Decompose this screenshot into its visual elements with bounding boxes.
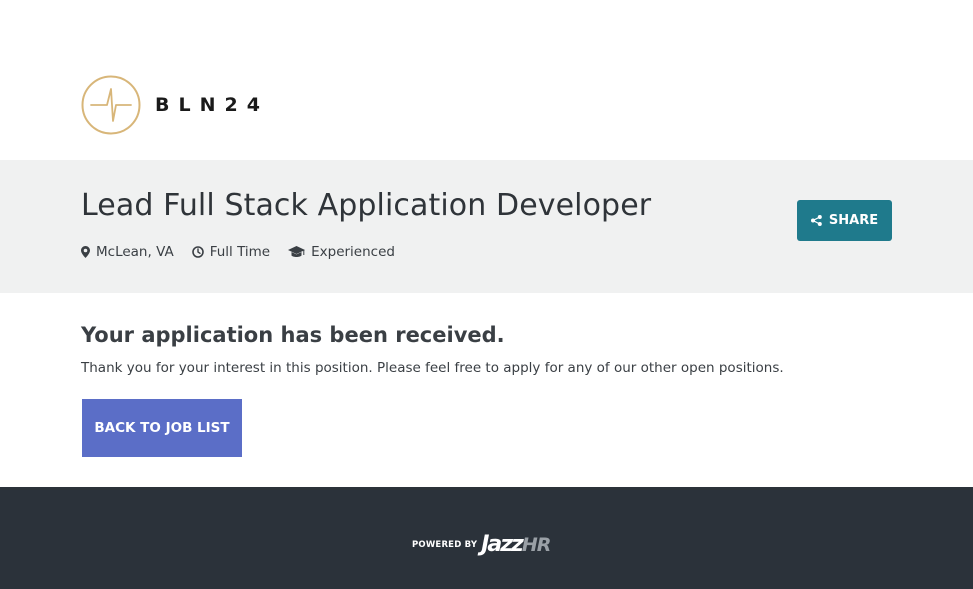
job-experience-text: Experienced [311, 244, 395, 260]
graduation-cap-icon [288, 246, 306, 257]
company-logo[interactable]: BLN24 [81, 75, 269, 135]
share-label: SHARE [828, 213, 879, 228]
job-type-text: Full Time [209, 244, 271, 260]
footer: POWERED BY Jazz HR [0, 487, 973, 589]
jazz-logo-text: Jazz [481, 532, 524, 557]
share-icon [810, 215, 822, 226]
job-meta: McLean, VA Full Time Experienced [81, 244, 413, 260]
company-name: BLN24 [155, 94, 269, 116]
hr-logo-text: HR [521, 533, 552, 556]
job-experience: Experienced [288, 244, 395, 260]
job-location-text: McLean, VA [96, 244, 174, 260]
job-location: McLean, VA [81, 244, 174, 260]
confirmation-section: Your application has been received. Than… [0, 293, 973, 487]
confirmation-heading: Your application has been received. [81, 323, 505, 347]
spark-circle-logo-icon [81, 75, 141, 135]
header: BLN24 [0, 0, 973, 160]
clock-icon [191, 246, 204, 258]
confirmation-message: Thank you for your interest in this posi… [81, 360, 784, 376]
share-button[interactable]: SHARE [797, 200, 892, 241]
job-header: Lead Full Stack Application Developer Mc… [0, 160, 973, 293]
back-to-job-list-button[interactable]: BACK TO JOB LIST [82, 399, 242, 457]
job-type: Full Time [191, 244, 271, 260]
map-marker-icon [81, 246, 90, 258]
powered-by-jazzhr-link[interactable]: POWERED BY Jazz HR [412, 532, 552, 557]
powered-by-text: POWERED BY [412, 539, 478, 550]
job-title: Lead Full Stack Application Developer [81, 188, 652, 223]
